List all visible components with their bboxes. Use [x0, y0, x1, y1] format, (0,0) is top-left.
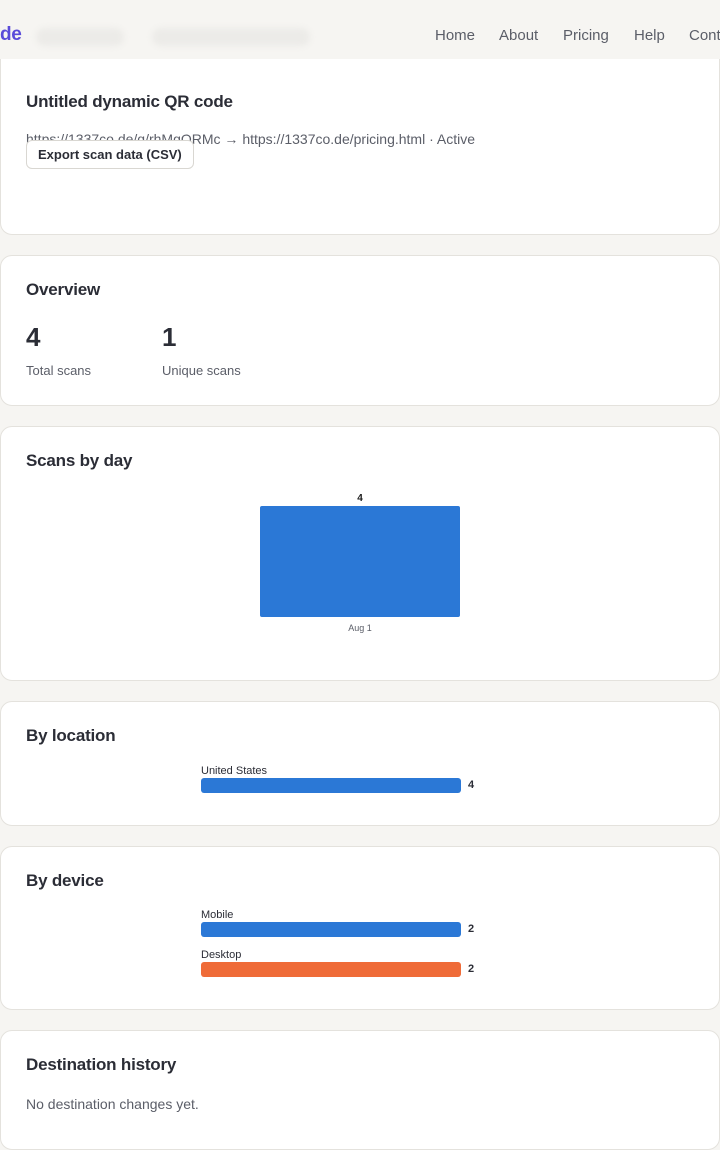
nav-link-about[interactable]: About: [499, 27, 538, 44]
destination-history-card: Destination history No destination chang…: [0, 1030, 720, 1150]
export-csv-button[interactable]: Export scan data (CSV): [26, 140, 194, 169]
device-bar-label: Desktop: [201, 949, 242, 961]
scans-by-day-chart: 4 Aug 1: [260, 493, 460, 633]
qr-title: Untitled dynamic QR code: [26, 92, 233, 111]
nav-link-contact[interactable]: Cont: [689, 27, 720, 44]
overview-card: Overview 4 Total scans 1 Unique scans: [0, 255, 720, 406]
scans-by-day-card: Scans by day 4 Aug 1: [0, 426, 720, 681]
nav-link-pricing[interactable]: Pricing: [563, 27, 609, 44]
day-bar: [260, 506, 460, 617]
by-device-card: By device Mobile 2 Desktop 2: [0, 846, 720, 1010]
device-bar-label: Mobile: [201, 909, 234, 921]
device-bar-value: 2: [468, 963, 475, 975]
overview-title: Overview: [26, 280, 101, 299]
unique-scans-value: 1: [162, 322, 177, 352]
device-bar-value: 2: [468, 923, 475, 935]
location-bar: [201, 778, 461, 793]
device-bar: [201, 962, 461, 977]
destination-history-empty: No destination changes yet.: [26, 1096, 199, 1112]
unique-scans-label: Unique scans: [162, 363, 241, 378]
total-scans-label: Total scans: [26, 363, 92, 378]
day-bar-value-label: 4: [357, 493, 363, 504]
location-bar-label: United States: [201, 765, 268, 777]
destination-history-title: Destination history: [26, 1055, 177, 1074]
total-scans-value: 4: [26, 322, 41, 352]
by-location-card: By location United States 4: [0, 701, 720, 826]
blurred-nav-item: [152, 28, 310, 46]
nav-link-help[interactable]: Help: [634, 27, 665, 44]
day-axis-tick-label: Aug 1: [348, 623, 372, 633]
by-device-title: By device: [26, 871, 104, 890]
blurred-nav-item: [36, 28, 124, 46]
by-location-title: By location: [26, 726, 116, 745]
nav-link-home[interactable]: Home: [435, 27, 475, 44]
location-bar-value: 4: [468, 779, 475, 791]
site-logo[interactable]: de: [0, 24, 22, 46]
qr-code-card: Untitled dynamic QR code https://1337co.…: [0, 59, 720, 235]
device-bar: [201, 922, 461, 937]
